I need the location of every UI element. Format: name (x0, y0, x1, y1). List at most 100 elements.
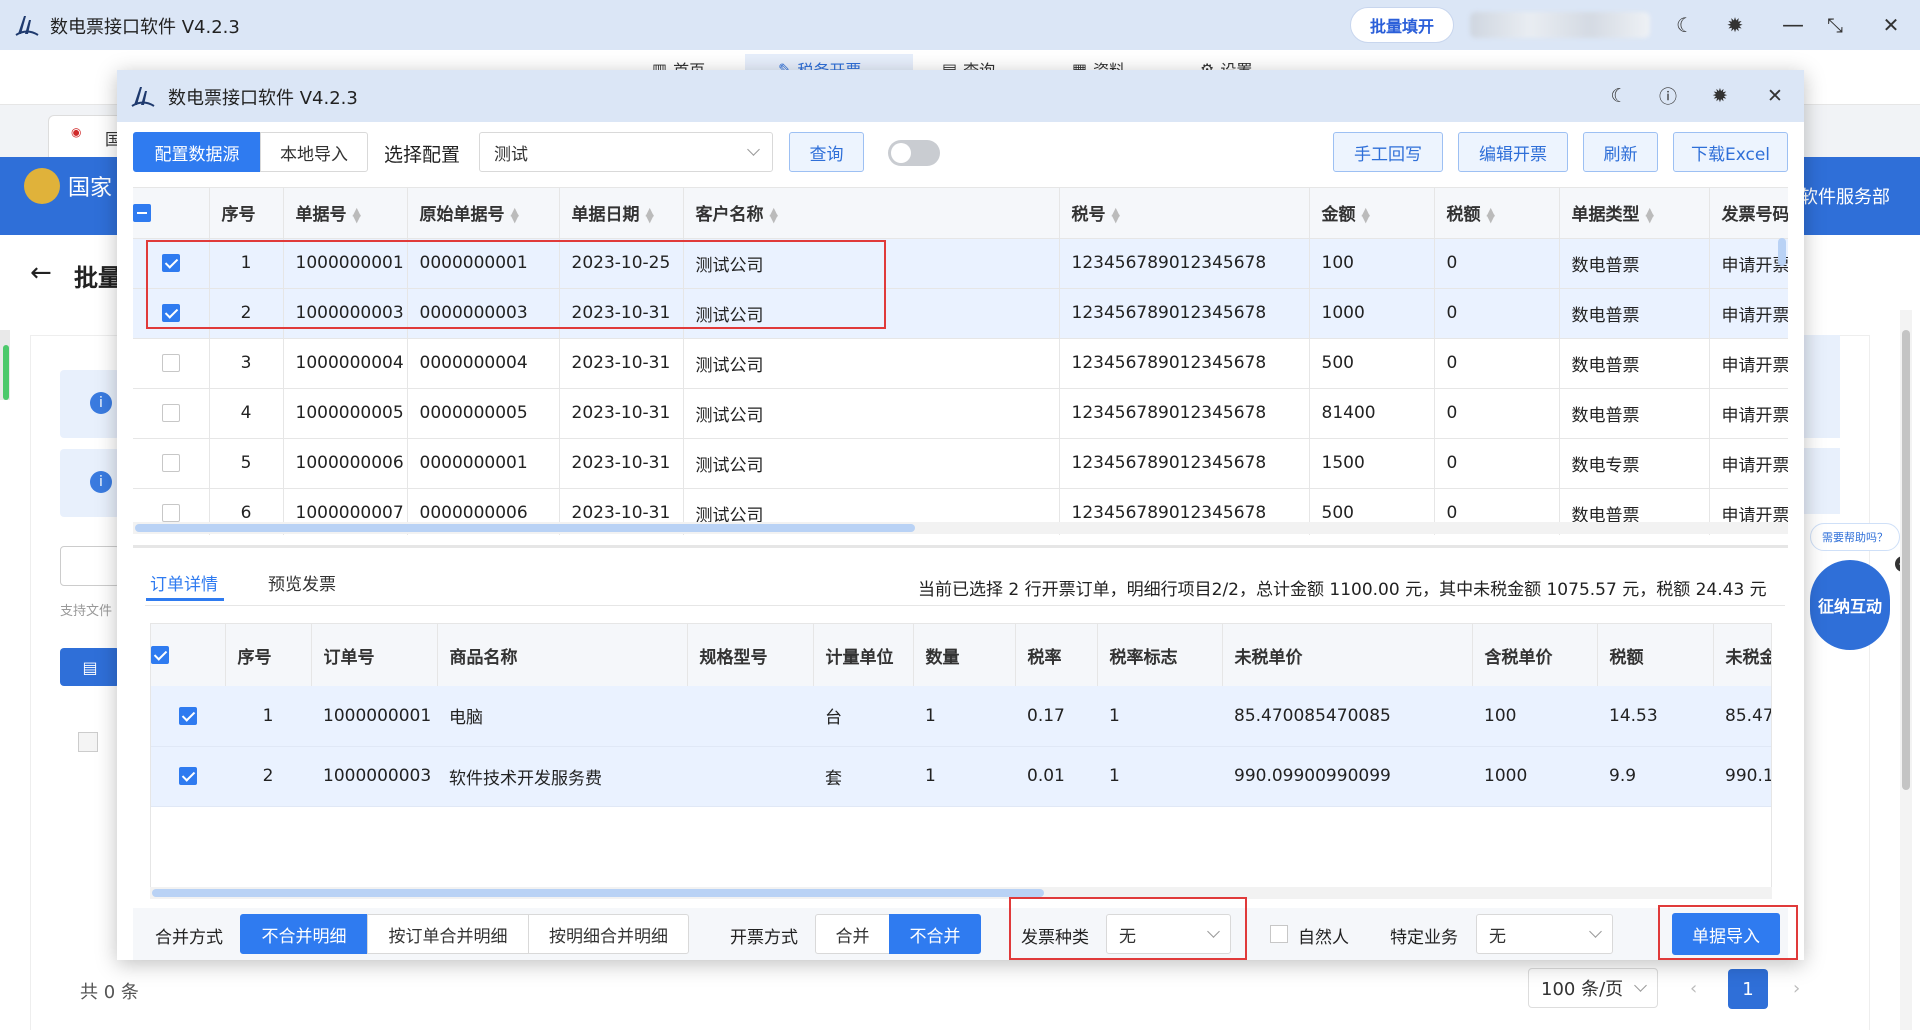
bg-file-input[interactable] (60, 546, 120, 586)
bg-right-scroll-thumb[interactable] (1902, 330, 1910, 790)
detail-row[interactable]: 1 1000000001 电脑台 1 0.17 1 85.470085470085 100 14… (151, 686, 1771, 747)
help-tip[interactable]: 需要帮助吗？ (1810, 523, 1900, 551)
dark-mode-icon[interactable]: ☾ (1672, 12, 1698, 38)
manual-writeback-button[interactable]: 手工回写 (1333, 132, 1443, 172)
assistant-mascot-icon[interactable]: 征纳互动 (1810, 560, 1890, 650)
refresh-button[interactable]: 刷新 (1583, 132, 1658, 172)
orders-vscroll-thumb[interactable] (1778, 238, 1786, 266)
info-circle-icon[interactable]: ⓘ (1655, 83, 1681, 109)
bug-icon[interactable]: ✹ (1707, 83, 1733, 109)
app-logo-icon (131, 87, 155, 107)
order-row[interactable]: 4 1000000005 0000000005 2023-10-31 测试公司 12345… (133, 388, 1788, 439)
tab-preview-invoice[interactable]: 预览发票 (268, 570, 336, 595)
restore-icon[interactable]: ⤡ (1822, 12, 1848, 38)
row-tax: 0 (1434, 288, 1560, 339)
col-header[interactable]: 金额 ▲ ▼ (1309, 188, 1435, 239)
col-label: 商品名称 (449, 647, 518, 668)
batch-fill-button[interactable]: 批量填开 (1350, 7, 1454, 43)
bg-left-scroll-thumb[interactable] (3, 345, 9, 400)
detail-select-cell[interactable] (151, 686, 225, 747)
page-size-select[interactable]: 100 条/页 (1528, 968, 1658, 1008)
bg-action-button[interactable]: ▤ (60, 648, 120, 686)
orders-hscroll-thumb[interactable] (135, 524, 915, 532)
col-header[interactable]: 单据号 ▲ ▼ (283, 188, 408, 239)
close-icon[interactable]: ✕ (1878, 12, 1904, 38)
row-tax-id: 123456789012345678 (1059, 388, 1310, 439)
sort-icon[interactable]: ▲ ▼ (353, 206, 361, 224)
detail-select-all-checkbox[interactable] (151, 646, 169, 664)
row-checkbox[interactable] (161, 504, 180, 522)
detail-hscroll-thumb[interactable] (152, 889, 1044, 897)
merge-by-detail-button[interactable]: 按明细合并明细 (528, 914, 689, 954)
col-header: 规格型号 (687, 624, 814, 686)
detail-row[interactable]: 2 1000000003 软件技术开发服务费套 1 0.01 1 990.099009900… (151, 746, 1771, 807)
app-logo-icon (15, 16, 39, 36)
tab-local-import[interactable]: 本地导入 (260, 132, 368, 172)
sort-icon[interactable]: ▲ ▼ (770, 206, 778, 224)
row-checkbox[interactable] (161, 454, 180, 472)
close-icon[interactable]: ✕ (1762, 83, 1788, 109)
back-arrow-icon[interactable]: ← (30, 258, 52, 288)
col-header[interactable]: 税额 ▲ ▼ (1434, 188, 1560, 239)
row-select-cell[interactable] (133, 388, 210, 439)
edit-invoice-button[interactable]: 编辑开票 (1458, 132, 1568, 172)
order-row[interactable]: 5 1000000006 0000000001 2023-10-31 测试公司 12345… (133, 438, 1788, 489)
sort-icon[interactable]: ▲ ▼ (646, 206, 654, 224)
sort-icon[interactable]: ▲ ▼ (1646, 206, 1654, 224)
col-header[interactable]: 税号 ▲ ▼ (1059, 188, 1310, 239)
prev-page-icon[interactable]: ‹ (1690, 978, 1697, 999)
special-business-select[interactable]: 无 (1476, 914, 1613, 954)
toggle-knob[interactable] (891, 143, 911, 163)
order-row[interactable]: 3 1000000004 0000000004 2023-10-31 测试公司 12345… (133, 338, 1788, 389)
tab-config-source[interactable]: 配置数据源 (133, 132, 261, 172)
row-select-cell[interactable] (133, 438, 210, 489)
next-page-icon[interactable]: › (1793, 978, 1800, 999)
row-doc-no: 1000000006 (283, 438, 408, 489)
col-header[interactable]: 客户名称 ▲ ▼ (683, 188, 1060, 239)
config-select[interactable]: 测试 (479, 132, 773, 172)
dialog-titlebar (117, 70, 1804, 122)
merge-by-order-button[interactable]: 按订单合并明细 (367, 914, 529, 954)
col-header[interactable]: 单据类型 ▲ ▼ (1559, 188, 1710, 239)
detail-rate: 0.01 (1015, 746, 1097, 807)
col-header[interactable]: 发票号码 (1709, 188, 1788, 239)
select-all-cell[interactable] (133, 188, 210, 239)
merge-none-button[interactable]: 不合并明细 (240, 914, 368, 954)
row-checkbox[interactable] (161, 354, 180, 372)
detail-amount-ex: 990.10 (1713, 746, 1771, 807)
document-import-button[interactable]: 单据导入 (1672, 913, 1780, 955)
select-all-checkbox[interactable] (133, 203, 151, 222)
detail-row-checkbox[interactable] (179, 767, 197, 785)
detail-select-all-cell[interactable] (151, 624, 226, 686)
row-tax: 0 (1434, 238, 1560, 289)
natural-person-checkbox[interactable] (1270, 925, 1288, 943)
sort-icon[interactable]: ▲ ▼ (1362, 206, 1370, 224)
col-header[interactable]: 原始单据号 ▲ ▼ (407, 188, 560, 239)
mode-merge-button[interactable]: 合并 (815, 914, 890, 954)
mode-no-merge-button[interactable]: 不合并 (889, 914, 981, 954)
detail-select-cell[interactable] (151, 746, 225, 807)
col-header[interactable]: 单据日期 ▲ ▼ (559, 188, 684, 239)
detail-row-checkbox[interactable] (179, 706, 197, 725)
page-number-button[interactable]: 1 (1728, 969, 1768, 1009)
bg-info-panel-right (1800, 335, 1840, 438)
minimize-icon[interactable]: — (1780, 12, 1806, 38)
dark-mode-icon[interactable]: ☾ (1606, 83, 1632, 109)
bg-select-all-checkbox[interactable] (78, 732, 98, 752)
download-excel-button[interactable]: 下载Excel (1673, 132, 1788, 172)
detail-unit: 台 (813, 686, 913, 747)
col-label: 数量 (925, 647, 960, 668)
sort-icon[interactable]: ▲ ▼ (1487, 206, 1495, 224)
col-header[interactable]: 序号 (209, 188, 284, 239)
bug-icon[interactable]: ✹ (1722, 12, 1748, 38)
tab-order-detail[interactable]: 订单详情 (150, 570, 218, 595)
row-checkbox[interactable] (161, 404, 180, 422)
invoice-type-select[interactable]: 无 (1106, 914, 1231, 954)
detail-rate-flag: 1 (1097, 746, 1222, 807)
sort-icon[interactable]: ▲ ▼ (511, 206, 519, 224)
detail-price-ex: 85.470085470085 (1222, 686, 1472, 747)
special-business-label: 特定业务 (1390, 928, 1458, 948)
row-select-cell[interactable] (133, 338, 210, 389)
sort-icon[interactable]: ▲ ▼ (1112, 206, 1120, 224)
query-button[interactable]: 查询 (789, 132, 864, 172)
